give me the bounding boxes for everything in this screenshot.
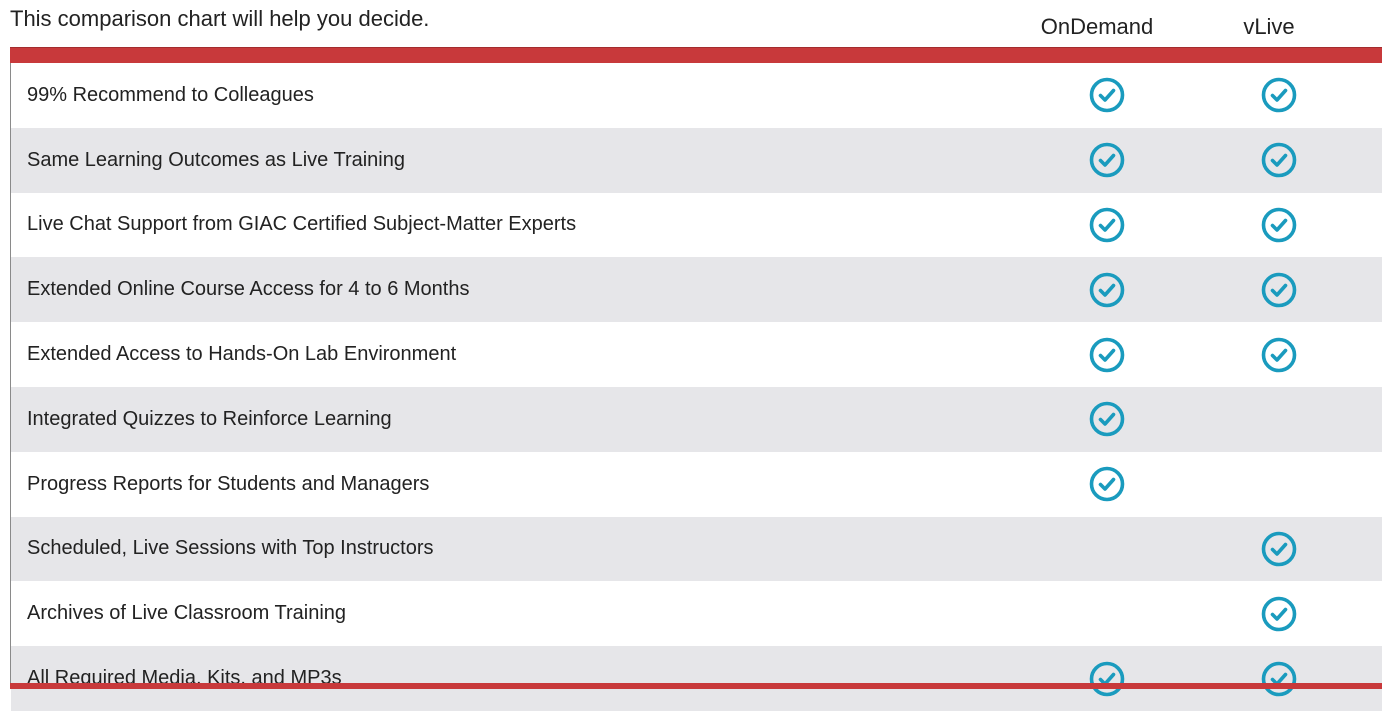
check-icon — [1088, 660, 1126, 698]
row-label: Extended Online Course Access for 4 to 6… — [27, 278, 470, 301]
row-label: Archives of Live Classroom Training — [27, 602, 347, 625]
row-label: Integrated Quizzes to Reinforce Learning — [27, 407, 392, 430]
check-icon — [1088, 400, 1126, 438]
table-row: Extended Access to Hands-On Lab Environm… — [11, 322, 1382, 387]
table-row: 99% Recommend to Colleagues — [11, 63, 1382, 128]
check-icon — [1088, 141, 1126, 179]
comparison-table: 99% Recommend to Colleagues Same Learning… — [10, 63, 1382, 711]
row-label: 99% Recommend to Colleagues — [27, 83, 314, 106]
check-icon — [1260, 76, 1298, 114]
row-label: Scheduled, Live Sessions with Top Instru… — [27, 537, 434, 560]
check-icon — [1088, 465, 1126, 503]
table-row: Archives of Live Classroom Training — [11, 581, 1382, 647]
column-header-vlive: vLive — [1243, 14, 1295, 39]
table-row: Extended Online Course Access for 4 to 6… — [11, 257, 1382, 323]
check-icon — [1260, 530, 1298, 568]
check-icon — [1088, 336, 1126, 374]
check-icon — [1260, 206, 1298, 244]
row-label: Progress Reports for Students and Manage… — [27, 472, 430, 495]
check-icon — [1260, 660, 1298, 698]
table-row: All Required Media, Kits, and MP3s — [11, 646, 1382, 711]
table-row: Same Learning Outcomes as Live Training — [11, 127, 1382, 193]
row-label: Same Learning Outcomes as Live Training — [27, 148, 405, 171]
row-label: Extended Access to Hands-On Lab Environm… — [27, 343, 457, 366]
table-row: Scheduled, Live Sessions with Top Instru… — [11, 516, 1382, 582]
header-accent-bar — [10, 47, 1382, 64]
table-row: Progress Reports for Students and Manage… — [11, 451, 1382, 517]
check-icon — [1088, 271, 1126, 309]
check-icon — [1088, 206, 1126, 244]
row-label: Live Chat Support from GIAC Certified Su… — [27, 213, 577, 236]
footer-accent-bar — [10, 683, 1382, 689]
intro-text: This comparison chart will help you deci… — [10, 6, 430, 31]
table-row: Live Chat Support from GIAC Certified Su… — [11, 192, 1382, 258]
table-row: Integrated Quizzes to Reinforce Learning — [11, 386, 1382, 452]
check-icon — [1260, 595, 1298, 633]
check-icon — [1260, 141, 1298, 179]
check-icon — [1260, 271, 1298, 309]
check-icon — [1260, 336, 1298, 374]
check-icon — [1088, 76, 1126, 114]
